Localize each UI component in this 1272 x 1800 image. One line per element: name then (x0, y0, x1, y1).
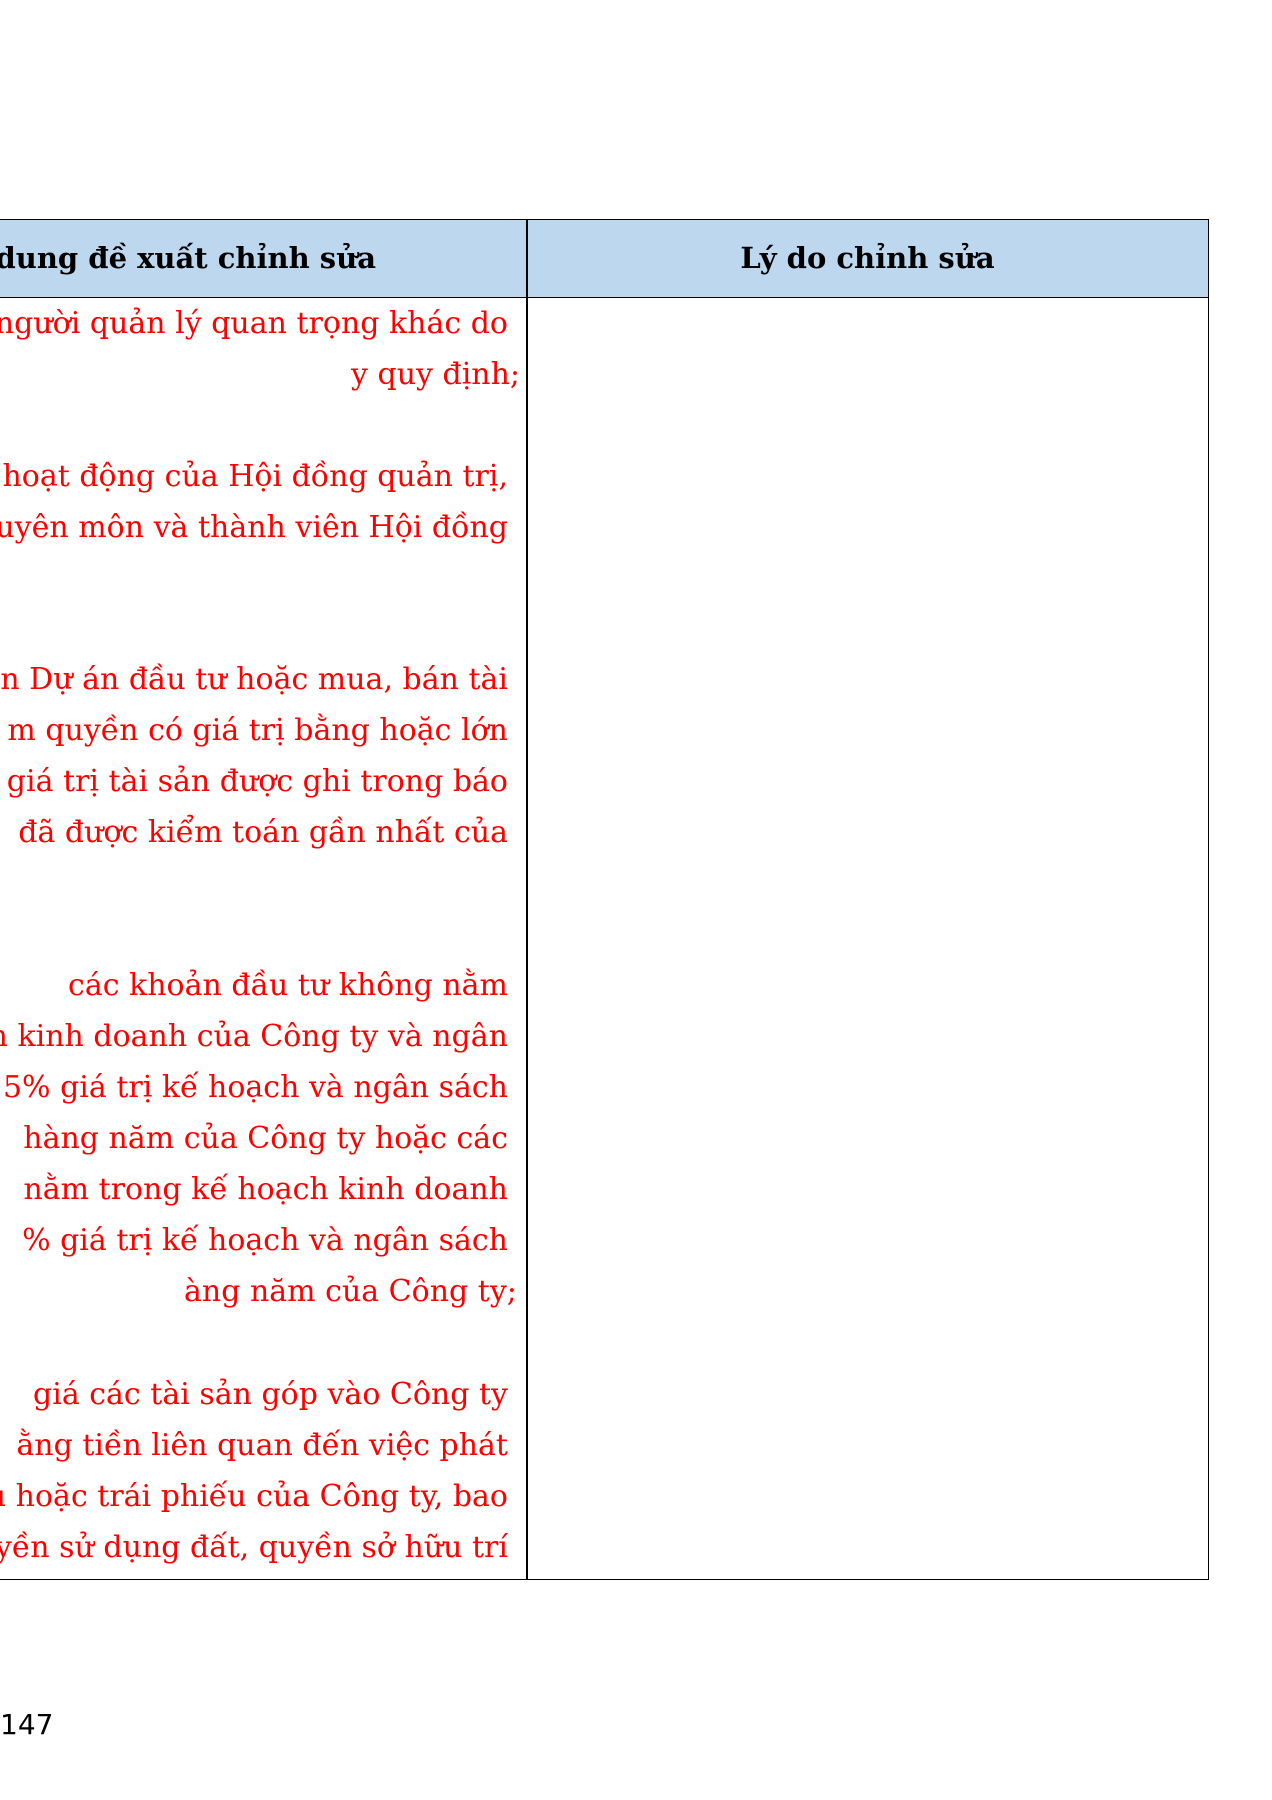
text-line: u hoặc trái phiếu của Công ty, bao (0, 1479, 508, 1514)
text-line: giá các tài sản góp vào Công ty (33, 1377, 508, 1412)
text-line: á 5% giá trị kế hoạch và ngân sách (0, 1070, 508, 1105)
header-cell-reason: Lý do chỉnh sửa (528, 220, 1207, 296)
text-line: g giá trị tài sản được ghi trong báo (0, 764, 508, 799)
text-line: h kinh doanh của Công ty và ngân (0, 1019, 508, 1054)
text-line: m quyền có giá trị bằng hoặc lớn (7, 713, 508, 748)
text-line: đã được kiểm toán gần nhất của (18, 815, 508, 850)
page-number: 147 (0, 1708, 54, 1741)
paragraph-2: hoạt động của Hội đồng quản trị, uyên mô… (0, 451, 508, 553)
paragraph-5: giá các tài sản góp vào Công ty ằng tiền… (0, 1369, 508, 1573)
header-cell-proposed-content: dung đề xuất chỉnh sửa (0, 220, 524, 296)
header-proposed-content-label: dung đề xuất chỉnh sửa (0, 241, 376, 275)
text-line: y quy định; (351, 357, 521, 392)
text-line: hoạt động của Hội đồng quản trị, (2, 459, 508, 494)
text-line: người quản lý quan trọng khác do (0, 306, 508, 341)
text-line: % giá trị kế hoạch và ngân sách (22, 1223, 508, 1258)
proposed-content-cell: người quản lý quan trọng khác do y quy đ… (0, 298, 526, 1578)
text-line: ằng tiền liên quan đến việc phát (16, 1428, 508, 1463)
text-line: yền sử dụng đất, quyền sở hữu trí (0, 1530, 508, 1565)
text-line: hàng năm của Công ty hoặc các (23, 1121, 508, 1156)
text-line: nằm trong kế hoạch kinh doanh (23, 1172, 508, 1207)
paragraph-3: n Dự án đầu tư hoặc mua, bán tài m quyền… (0, 654, 508, 858)
paragraph-4: các khoản đầu tư không nằm h kinh doanh … (0, 960, 517, 1317)
comparison-table: dung đề xuất chỉnh sửa Lý do chỉnh sửa n… (0, 219, 1209, 1580)
text-line: àng năm của Công ty; (184, 1274, 517, 1309)
paragraph-1: người quản lý quan trọng khác do y quy đ… (0, 298, 521, 400)
text-line: n Dự án đầu tư hoặc mua, bán tài (0, 662, 508, 697)
reason-cell (528, 298, 1207, 1578)
text-line: các khoản đầu tư không nằm (68, 968, 508, 1003)
text-line: uyên môn và thành viên Hội đồng (0, 510, 508, 545)
header-reason-label: Lý do chỉnh sửa (740, 241, 995, 275)
table-header-row: dung đề xuất chỉnh sửa Lý do chỉnh sửa (0, 220, 1208, 298)
